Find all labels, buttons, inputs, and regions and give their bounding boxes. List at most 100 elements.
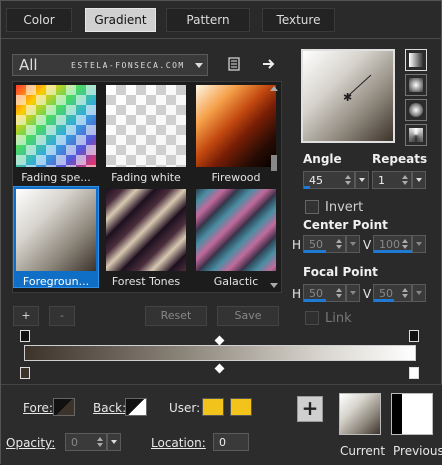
- spin-up-icon[interactable]: [336, 288, 342, 292]
- scroll-thumb[interactable]: [271, 155, 277, 171]
- spin-up-icon[interactable]: [402, 175, 408, 179]
- swatch-fading-white[interactable]: Fading white: [104, 83, 188, 184]
- focal-h-slider-bar: [304, 299, 326, 302]
- arrow-right-icon[interactable]: [259, 54, 279, 74]
- center-v-input[interactable]: 100: [373, 235, 413, 253]
- current-gradient-thumbnail[interactable]: [339, 393, 381, 435]
- color-stop-left-icon[interactable]: [20, 367, 30, 379]
- tab-color[interactable]: Color: [6, 8, 72, 32]
- angle-dropdown-button[interactable]: [355, 171, 369, 189]
- opacity-label: Opacity:: [6, 436, 55, 450]
- spin-down-icon[interactable]: [336, 294, 342, 298]
- gradient-editor-bar[interactable]: [24, 345, 416, 361]
- swatch-foreground[interactable]: Foregroun...: [13, 186, 99, 288]
- location-label-text: Location:: [151, 436, 206, 450]
- repeats-value: 1: [378, 174, 385, 187]
- spin-up-icon[interactable]: [345, 175, 351, 179]
- previous-gradient-thumbnail[interactable]: [391, 393, 433, 435]
- opacity-dropdown-button[interactable]: [107, 433, 121, 451]
- angle-handle-icon: ✱: [343, 74, 372, 104]
- fore-label-text: Fore:: [23, 401, 53, 415]
- add-stop-button[interactable]: +: [13, 306, 39, 326]
- user-color-swatch-2[interactable]: [230, 398, 252, 416]
- color-midpoint-icon[interactable]: [214, 363, 225, 374]
- swatch-label: Fading spe...: [21, 171, 91, 184]
- angle-input[interactable]: 45: [303, 171, 355, 189]
- center-h-label: H: [292, 238, 302, 252]
- tab-texture[interactable]: Texture: [262, 8, 335, 32]
- gradient-swatch-grid: Fading spe... Fading white Firewood Fore…: [12, 81, 282, 293]
- remove-stop-button[interactable]: -: [49, 306, 75, 326]
- opacity-stop-right-icon[interactable]: [409, 330, 419, 342]
- center-v-dropdown-button[interactable]: [412, 235, 426, 253]
- sunburst-style-button[interactable]: [405, 124, 427, 146]
- radial-gradient-icon: [409, 103, 423, 117]
- swatch-thumbnail: [196, 189, 276, 271]
- swatch-thumbnail: [16, 189, 96, 271]
- focal-h-dropdown-button[interactable]: [346, 284, 360, 302]
- radial-style-button[interactable]: [405, 99, 427, 121]
- previous-label: Previous: [393, 444, 442, 458]
- svg-text:✱: ✱: [343, 91, 352, 104]
- opacity-stop-left-icon[interactable]: [20, 330, 30, 342]
- category-select[interactable]: All ESTELA-FONSECA.COM: [12, 54, 208, 76]
- spin-down-icon[interactable]: [345, 181, 351, 185]
- link-checkbox[interactable]: [305, 311, 319, 325]
- focal-h-label: H: [292, 287, 302, 301]
- focal-v-input[interactable]: 50: [373, 284, 412, 302]
- back-color-button[interactable]: [125, 398, 147, 416]
- repeats-dropdown-button[interactable]: [412, 171, 426, 189]
- center-v-slider-bar: [374, 250, 413, 253]
- spin-up-icon[interactable]: [336, 239, 342, 243]
- location-input[interactable]: 0: [213, 433, 249, 451]
- swatch-thumbnail: [106, 85, 186, 167]
- color-stop-right-icon[interactable]: [409, 367, 419, 379]
- swatch-label: Galactic: [213, 275, 259, 288]
- spin-up-icon[interactable]: [97, 437, 103, 441]
- tab-gradient[interactable]: Gradient: [85, 8, 156, 32]
- linear-style-button[interactable]: [405, 49, 427, 71]
- swatch-scrollbar[interactable]: [268, 83, 280, 291]
- fore-color-button[interactable]: [53, 398, 75, 416]
- save-button[interactable]: Save: [217, 306, 279, 326]
- center-h-slider-bar: [304, 250, 326, 253]
- scroll-down-icon[interactable]: [270, 283, 278, 288]
- spin-down-icon[interactable]: [402, 181, 408, 185]
- swatch-forest-tones[interactable]: Forest Tones: [104, 187, 188, 288]
- swatch-galactic[interactable]: Galactic: [194, 187, 278, 288]
- invert-label: Invert: [325, 200, 364, 215]
- watermark-text: ESTELA-FONSECA.COM: [71, 61, 185, 70]
- swatch-fading-spectrum[interactable]: Fading spe...: [14, 83, 98, 184]
- repeats-input[interactable]: 1: [372, 171, 412, 189]
- reset-button[interactable]: Reset: [145, 306, 207, 326]
- spin-down-icon[interactable]: [402, 294, 408, 298]
- swatch-thumbnail: [196, 85, 276, 167]
- spin-up-icon[interactable]: [402, 288, 408, 292]
- center-h-input[interactable]: 50: [303, 235, 346, 253]
- swatch-label: Forest Tones: [111, 275, 181, 288]
- spin-down-icon[interactable]: [402, 245, 408, 249]
- focal-v-dropdown-button[interactable]: [412, 284, 426, 302]
- swatch-thumbnail: [16, 85, 96, 167]
- focal-v-slider-bar: [374, 299, 394, 302]
- tab-pattern[interactable]: Pattern: [166, 8, 250, 32]
- spin-up-icon[interactable]: [402, 239, 408, 243]
- opacity-midpoint-icon[interactable]: [214, 335, 225, 346]
- swatch-firewood[interactable]: Firewood: [194, 83, 278, 184]
- current-label: Current: [340, 444, 386, 458]
- rectangular-style-button[interactable]: [405, 74, 427, 96]
- opacity-input[interactable]: 0: [65, 433, 107, 451]
- add-to-library-button[interactable]: +: [297, 396, 323, 422]
- library-icon[interactable]: [225, 55, 243, 73]
- spin-down-icon[interactable]: [336, 245, 342, 249]
- opacity-value: 0: [71, 436, 78, 449]
- invert-checkbox[interactable]: [305, 200, 319, 214]
- user-color-swatch-1[interactable]: [202, 398, 224, 416]
- center-h-dropdown-button[interactable]: [346, 235, 360, 253]
- spin-down-icon[interactable]: [97, 443, 103, 447]
- linear-gradient-icon: [409, 53, 423, 67]
- center-point-label: Center Point: [303, 218, 388, 232]
- scroll-up-icon[interactable]: [270, 86, 278, 91]
- gradient-preview[interactable]: ✱: [301, 49, 395, 143]
- focal-h-input[interactable]: 50: [303, 284, 346, 302]
